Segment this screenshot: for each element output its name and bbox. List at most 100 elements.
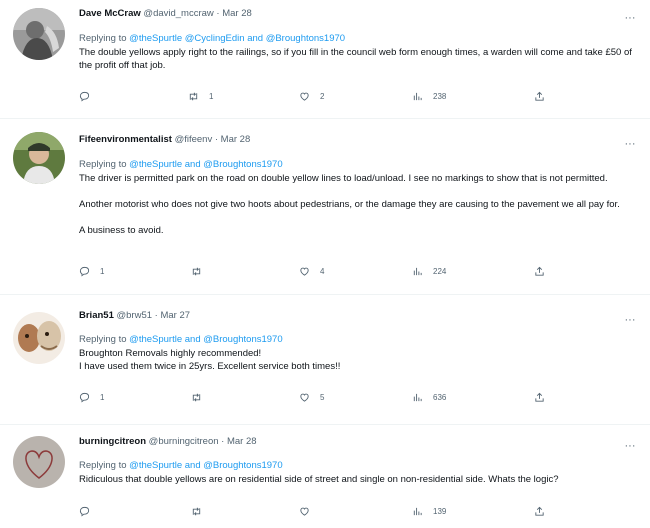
avatar[interactable] — [13, 312, 65, 364]
tweet-text: Ridiculous that double yellows are on re… — [79, 473, 639, 486]
display-name[interactable]: burningcitreon — [79, 436, 146, 447]
tweet[interactable]: Dave McCraw @david_mccraw · Mar 28 ··· R… — [0, 0, 650, 118]
separator: · — [218, 436, 227, 447]
reply-count: 1 — [100, 266, 105, 276]
like-button[interactable]: 5 — [299, 390, 324, 404]
view-count: 224 — [433, 266, 447, 276]
replying-to-users[interactable]: @theSpurtle and @Broughtons1970 — [129, 334, 282, 345]
user-handle[interactable]: @david_mccraw — [143, 8, 213, 19]
tweet-actions: 1 4 224 — [0, 264, 650, 278]
tweet-actions: 1 5 636 — [0, 390, 650, 404]
share-icon — [535, 392, 544, 402]
reply-icon — [79, 91, 90, 102]
share-button[interactable] — [534, 89, 545, 103]
like-icon — [300, 267, 309, 276]
tweet-date[interactable]: Mar 28 — [221, 134, 251, 145]
reply-count: 1 — [100, 392, 105, 402]
tweet-paragraph: A business to avoid. — [79, 225, 164, 236]
view-count: 238 — [433, 91, 447, 101]
views-button[interactable]: 139 — [412, 504, 446, 518]
replying-to-prefix: Replying to — [79, 460, 130, 471]
retweet-button[interactable] — [191, 264, 212, 278]
tweet-header: Dave McCraw @david_mccraw · Mar 28 — [79, 8, 252, 20]
tweet-header: Fifeenvironmentalist @fifeenv · Mar 28 — [79, 134, 250, 146]
replying-to: Replying to @theSpurtle and @Broughtons1… — [79, 334, 283, 346]
separator: · — [212, 134, 221, 145]
tweet-actions: 1 2 238 — [0, 89, 650, 103]
more-icon[interactable]: ··· — [622, 13, 638, 26]
tweet-date[interactable]: Mar 27 — [160, 310, 190, 321]
separator: · — [213, 8, 223, 19]
tweet-date[interactable]: Mar 28 — [222, 8, 252, 19]
replying-to: Replying to @theSpurtle and @Broughtons1… — [79, 159, 283, 171]
share-button[interactable] — [534, 504, 545, 518]
tweet-text: The driver is permitted park on the road… — [79, 172, 639, 237]
views-icon — [413, 507, 422, 515]
display-name[interactable]: Brian51 — [79, 310, 114, 321]
reply-button[interactable] — [79, 504, 100, 518]
like-icon — [300, 92, 309, 101]
share-button[interactable] — [534, 390, 545, 404]
more-icon[interactable]: ··· — [622, 315, 638, 328]
like-button[interactable]: 4 — [299, 264, 324, 278]
user-handle[interactable]: @brw51 — [117, 310, 153, 321]
replying-to: Replying to @theSpurtle and @Broughtons1… — [79, 460, 283, 472]
tweet-paragraph: Ridiculous that double yellows are on re… — [79, 474, 559, 485]
tweet-actions: 139 — [0, 504, 650, 518]
tweet-header: burningcitreon @burningcitreon · Mar 28 — [79, 436, 257, 448]
retweet-icon — [192, 507, 201, 515]
tweet-text: Broughton Removals highly recommended! I… — [79, 347, 639, 373]
reply-button[interactable]: 1 — [79, 264, 104, 278]
retweet-button[interactable]: 1 — [188, 89, 213, 103]
views-button[interactable]: 238 — [412, 89, 446, 103]
views-button[interactable]: 636 — [412, 390, 446, 404]
tweet-date[interactable]: Mar 28 — [227, 436, 257, 447]
replying-to-users[interactable]: @theSpurtle and @Broughtons1970 — [129, 460, 282, 471]
tweet[interactable]: burningcitreon @burningcitreon · Mar 28 … — [0, 425, 650, 528]
replying-to-users[interactable]: @theSpurtle @CyclingEdin and @Broughtons… — [129, 33, 345, 44]
display-name[interactable]: Dave McCraw — [79, 8, 141, 19]
retweet-icon — [192, 393, 201, 401]
replying-to-users[interactable]: @theSpurtle and @Broughtons1970 — [129, 159, 282, 170]
tweet[interactable]: Fifeenvironmentalist @fifeenv · Mar 28 ·… — [0, 119, 650, 294]
tweet-paragraph: The double yellows apply right to the ra… — [79, 47, 632, 71]
reply-icon — [79, 392, 90, 403]
retweet-button[interactable] — [191, 504, 212, 518]
views-icon — [413, 92, 422, 100]
avatar[interactable] — [13, 132, 65, 184]
more-icon[interactable]: ··· — [622, 139, 638, 152]
tweet-paragraph: Another motorist who does not give two h… — [79, 199, 620, 210]
like-icon — [300, 393, 309, 402]
views-button[interactable]: 224 — [412, 264, 446, 278]
tweet[interactable]: Brian51 @brw51 · Mar 27 ··· Replying to … — [0, 295, 650, 424]
like-button[interactable]: 2 — [299, 89, 324, 103]
retweet-icon — [189, 92, 198, 100]
tweet-paragraph: I have used them twice in 25yrs. Excelle… — [79, 361, 341, 372]
replying-to-prefix: Replying to — [79, 334, 130, 345]
display-name[interactable]: Fifeenvironmentalist — [79, 134, 172, 145]
replying-to-prefix: Replying to — [79, 33, 130, 44]
tweet-paragraph: The driver is permitted park on the road… — [79, 173, 608, 184]
retweet-count: 1 — [209, 91, 214, 101]
like-count: 4 — [320, 266, 325, 276]
views-icon — [413, 393, 422, 401]
avatar[interactable] — [13, 8, 65, 60]
like-button[interactable] — [299, 504, 320, 518]
retweet-button[interactable] — [191, 390, 212, 404]
share-button[interactable] — [534, 264, 545, 278]
like-icon — [300, 507, 309, 516]
share-icon — [535, 266, 544, 276]
user-handle[interactable]: @fifeenv — [175, 134, 213, 145]
replying-to: Replying to @theSpurtle @CyclingEdin and… — [79, 33, 345, 45]
tweet-header: Brian51 @brw51 · Mar 27 — [79, 310, 190, 322]
avatar[interactable] — [13, 436, 65, 488]
more-icon[interactable]: ··· — [622, 441, 638, 454]
reply-button[interactable]: 1 — [79, 390, 104, 404]
replying-to-prefix: Replying to — [79, 159, 130, 170]
share-icon — [535, 91, 544, 101]
user-handle[interactable]: @burningcitreon — [149, 436, 219, 447]
tweet-paragraph: Broughton Removals highly recommended! — [79, 348, 262, 359]
reply-button[interactable] — [79, 89, 100, 103]
like-count: 2 — [320, 91, 325, 101]
view-count: 636 — [433, 392, 447, 402]
